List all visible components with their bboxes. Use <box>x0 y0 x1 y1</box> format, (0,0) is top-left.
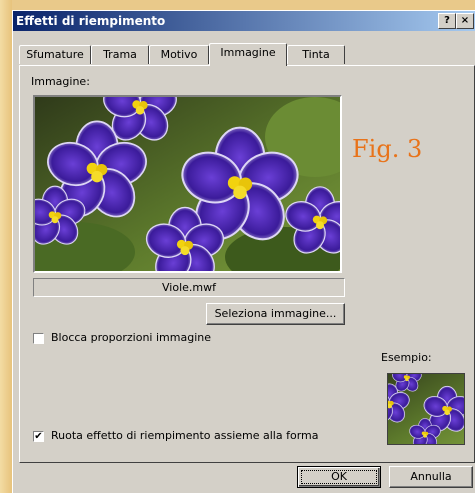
tab-trama[interactable]: Trama <box>91 45 149 64</box>
preview-picture <box>388 374 464 444</box>
tab-immagine[interactable]: Immagine <box>209 43 287 66</box>
preview-label: Esempio: <box>381 351 432 364</box>
violets-picture <box>35 97 340 271</box>
rotate-fill-label: Ruota effetto di riempimento assieme all… <box>51 429 319 442</box>
rotate-fill-checkbox[interactable]: ✔ <box>33 431 44 442</box>
tab-sfumature[interactable]: Sfumature <box>19 45 91 64</box>
checkmark-icon: ✔ <box>34 431 43 442</box>
lock-aspect-checkbox[interactable] <box>33 333 44 344</box>
image-preview <box>33 95 342 273</box>
image-section-label: Immagine: <box>31 75 90 88</box>
tab-tinta[interactable]: Tinta <box>287 45 345 64</box>
select-image-button[interactable]: Seleziona immagine... <box>206 303 345 325</box>
cancel-button[interactable]: Annulla <box>389 466 473 488</box>
ok-button[interactable]: OK <box>297 466 381 488</box>
tab-motivo[interactable]: Motivo <box>149 45 209 64</box>
title-bar: Effetti di riempimento ? × <box>13 11 475 31</box>
window-title: Effetti di riempimento <box>16 14 166 28</box>
close-button[interactable]: × <box>456 13 474 29</box>
figure-annotation: Fig. 3 <box>352 135 423 163</box>
fill-effects-dialog: Effetti di riempimento ? × Sfumature Tra… <box>12 10 475 493</box>
preview-thumbnail <box>387 373 465 445</box>
help-button[interactable]: ? <box>438 13 456 29</box>
lock-aspect-label: Blocca proporzioni immagine <box>51 331 211 344</box>
background-strip <box>0 0 12 493</box>
focus-rectangle <box>301 470 377 484</box>
image-filename: Viole.mwf <box>33 278 345 297</box>
